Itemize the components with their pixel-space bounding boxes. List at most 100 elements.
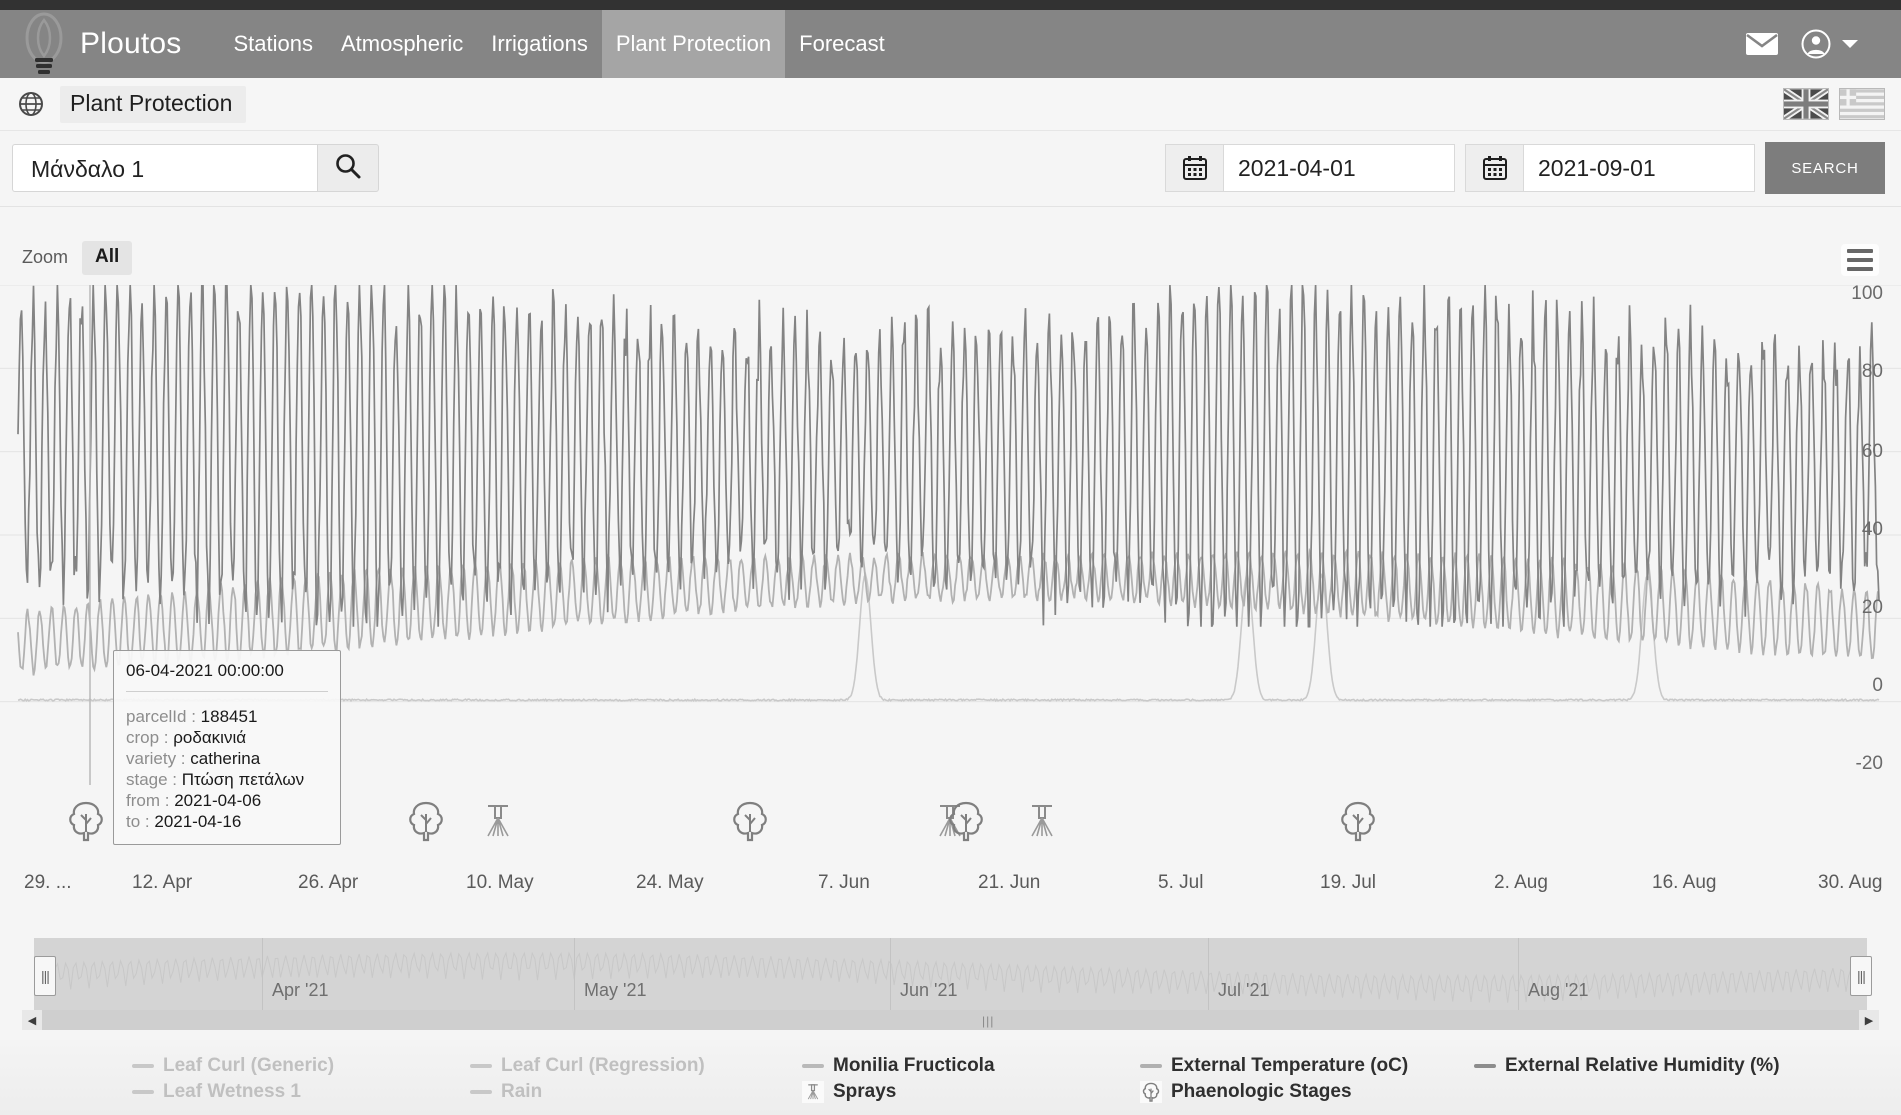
legend-item-leaf-curl-regression[interactable]: Leaf Curl (Regression)	[470, 1055, 705, 1077]
calendar-icon-from[interactable]	[1165, 144, 1223, 192]
search-icon-button[interactable]	[317, 144, 379, 192]
y-tick-60: 60	[1861, 441, 1883, 462]
navigator-month-aug: Aug '21	[1528, 980, 1589, 1000]
nav-link-plant-protection[interactable]: Plant Protection	[601, 10, 786, 78]
x-tick-7: 5. Jul	[1158, 872, 1204, 893]
chevron-down-icon[interactable]	[1841, 38, 1859, 50]
navigator-gridline	[1518, 938, 1519, 1010]
y-tick-80: 80	[1861, 361, 1883, 382]
x-tick-8: 19. Jul	[1320, 872, 1376, 893]
marker-phaenologic-stage[interactable]	[66, 800, 110, 844]
app-root: Ploutos Stations Atmospheric Irrigations…	[0, 0, 1901, 1115]
navigator-gridline	[574, 938, 575, 1010]
x-tick-6: 21. Jun	[978, 872, 1041, 893]
station-search-field[interactable]	[12, 144, 337, 193]
legend-item-external-relative-humidity[interactable]: External Relative Humidity (%)	[1474, 1055, 1780, 1077]
scroll-left-arrow[interactable]: ◀	[22, 1010, 42, 1030]
date-from-group	[1165, 144, 1455, 192]
series-line-external-relative-humidity	[17, 285, 1880, 628]
date-from-input[interactable]	[1224, 153, 1454, 183]
brand-name[interactable]: Ploutos	[80, 27, 181, 61]
y-tick-100: 100	[1851, 283, 1883, 304]
chart-x-axis: 29. ... 12. Apr 26. Apr 10. May 24. May …	[0, 872, 1901, 908]
tooltip-row-crop: crop : ροδακινιά	[126, 727, 328, 748]
scrollbar-grip[interactable]: |||	[982, 1014, 994, 1028]
tooltip-key: variety :	[126, 749, 186, 768]
greece-flag-icon[interactable]	[1839, 88, 1885, 120]
legend-label: Rain	[501, 1081, 543, 1102]
legend-line-icon	[802, 1064, 824, 1068]
navigator-month-may: May '21	[584, 980, 647, 1000]
legend-line-icon	[1140, 1064, 1162, 1068]
zoom-range-all-button[interactable]: All	[82, 241, 133, 275]
marker-spray[interactable]	[1022, 800, 1066, 844]
x-tick-11: 30. Aug	[1818, 872, 1883, 893]
legend-item-sprays[interactable]: Sprays	[802, 1081, 896, 1103]
tooltip-value: catherina	[190, 749, 261, 768]
zoom-label: Zoom	[22, 247, 69, 267]
marker-spray[interactable]	[478, 800, 522, 844]
legend-item-phaenologic-stages[interactable]: Phaenologic Stages	[1140, 1081, 1352, 1103]
navigator-right-handle[interactable]: |||	[1850, 956, 1872, 996]
legend-item-external-temperature[interactable]: External Temperature (oC)	[1140, 1055, 1408, 1077]
marker-phaenologic-stage[interactable]	[946, 800, 990, 844]
legend-label: Monilia Fructicola	[833, 1055, 995, 1076]
tooltip-key: to :	[126, 812, 150, 831]
chart-y-axis: 100 80 60 40 20 0 -20	[1833, 283, 1893, 785]
main-navbar: Ploutos Stations Atmospheric Irrigations…	[0, 10, 1901, 78]
date-to-field[interactable]	[1523, 144, 1755, 192]
tooltip-key: parcelId :	[126, 707, 196, 726]
page-title: Plant Protection	[60, 85, 247, 123]
search-input[interactable]	[13, 145, 337, 193]
x-tick-5: 7. Jun	[818, 872, 870, 893]
marker-phaenologic-stage[interactable]	[406, 800, 450, 844]
marker-phaenologic-stage[interactable]	[1338, 800, 1382, 844]
mail-icon[interactable]	[1745, 31, 1779, 57]
navigator-left-handle[interactable]: |||	[34, 956, 56, 996]
legend-item-leaf-wetness-1[interactable]: Leaf Wetness 1	[132, 1081, 301, 1103]
tooltip-row-stage: stage : Πτώση πετάλων	[126, 769, 328, 790]
chart-scrollbar[interactable]: ◀ ▶ |||	[22, 1010, 1879, 1030]
date-to-input[interactable]	[1524, 153, 1754, 183]
legend-label: Sprays	[833, 1081, 897, 1102]
legend-label: External Temperature (oC)	[1171, 1055, 1409, 1076]
hamburger-menu-icon[interactable]	[1841, 244, 1879, 276]
chart-navigator[interactable]: Apr '21 May '21 Jun '21 Jul '21 Aug '21 …	[0, 938, 1901, 1010]
page-subheader: Plant Protection	[0, 78, 1901, 131]
spray-icon	[802, 1081, 824, 1103]
tooltip-value: 188451	[200, 707, 258, 726]
window-top-strip	[0, 0, 1901, 10]
uk-flag-icon[interactable]	[1783, 88, 1829, 120]
search-toolbar: SEARCH	[0, 134, 1901, 206]
legend-item-leaf-curl-generic[interactable]: Leaf Curl (Generic)	[132, 1055, 334, 1077]
marker-phaenologic-stage[interactable]	[730, 800, 774, 844]
account-circle-icon[interactable]	[1801, 29, 1831, 59]
y-tick-40: 40	[1861, 519, 1883, 540]
y-tick-0: 0	[1872, 675, 1883, 696]
navigator-gridline	[262, 938, 263, 1010]
tooltip-value: 2021-04-06	[174, 791, 262, 810]
date-to-group	[1465, 144, 1755, 192]
search-button[interactable]: SEARCH	[1765, 142, 1885, 194]
chart-legend: Leaf Curl (Generic) Leaf Wetness 1 Leaf …	[0, 1040, 1901, 1115]
nav-link-stations[interactable]: Stations	[219, 16, 327, 72]
legend-line-icon	[470, 1064, 492, 1068]
y-tick-neg20: -20	[1855, 753, 1883, 774]
legend-item-rain[interactable]: Rain	[470, 1081, 542, 1103]
legend-label: Phaenologic Stages	[1171, 1081, 1352, 1102]
tooltip-value: Πτώση πετάλων	[181, 770, 305, 789]
nav-link-irrigations[interactable]: Irrigations	[477, 16, 602, 72]
calendar-icon-to[interactable]	[1465, 144, 1523, 192]
x-tick-0: 29. ...	[24, 872, 72, 893]
legend-line-icon	[1474, 1064, 1496, 1068]
legend-label: External Relative Humidity (%)	[1505, 1055, 1780, 1076]
nav-link-atmospheric[interactable]: Atmospheric	[327, 16, 477, 72]
nav-link-forecast[interactable]: Forecast	[785, 16, 899, 72]
tooltip-row-parcelid: parcelId : 188451	[126, 706, 328, 727]
navbar-actions	[1745, 29, 1859, 59]
scroll-right-arrow[interactable]: ▶	[1859, 1010, 1879, 1030]
date-from-field[interactable]	[1223, 144, 1455, 192]
nav-links: Stations Atmospheric Irrigations Plant P…	[219, 10, 898, 78]
legend-item-monilia-fructicola[interactable]: Monilia Fructicola	[802, 1055, 995, 1077]
tooltip-value: 2021-04-16	[154, 812, 242, 831]
